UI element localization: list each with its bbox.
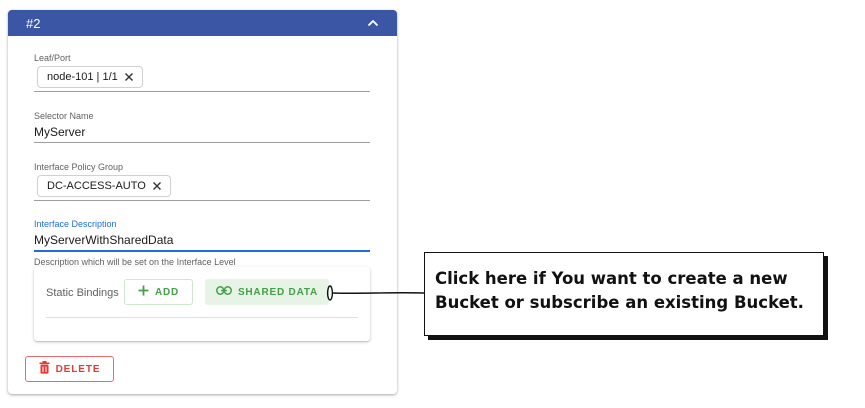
annotation-callout: Click here if You want to create a new B… (424, 252, 824, 336)
leaf-port-field[interactable]: Leaf/Port node-101 | 1/1 (34, 53, 370, 93)
add-binding-label: ADD (154, 286, 180, 298)
interface-policy-group-underline (34, 200, 370, 201)
interface-policy-group-chip[interactable]: DC-ACCESS-AUTO (37, 175, 171, 197)
close-icon[interactable] (152, 181, 162, 191)
interface-description-label: Interface Description (34, 219, 117, 229)
interface-description-field[interactable]: Interface Description MyServerWithShared… (34, 219, 370, 252)
panel-title: #2 (26, 15, 41, 31)
binding-panel: #2 Leaf/Port node-101 | 1/1 Selector Nam… (8, 10, 397, 394)
leaf-port-underline (34, 91, 370, 92)
delete-label: DELETE (55, 363, 101, 375)
add-binding-button[interactable]: ADD (124, 279, 193, 305)
close-icon[interactable] (124, 72, 134, 82)
annotation-text: Click here if You want to create a new B… (435, 269, 804, 312)
selector-name-label: Selector Name (34, 111, 94, 121)
selector-name-underline (34, 142, 370, 143)
panel-header[interactable]: #2 (8, 10, 397, 36)
chevron-up-icon[interactable] (365, 15, 381, 31)
shared-data-label: SHARED DATA (237, 286, 319, 298)
trash-icon (39, 361, 50, 377)
annotation-connector (326, 285, 425, 301)
interface-policy-group-field[interactable]: Interface Policy Group DC-ACCESS-AUTO (34, 162, 370, 202)
shared-data-button[interactable]: SHARED DATA (205, 279, 329, 305)
interface-policy-group-chip-text: DC-ACCESS-AUTO (47, 180, 146, 192)
leaf-port-chip-text: node-101 | 1/1 (47, 71, 118, 83)
interface-description-hint: Description which will be set on the Int… (34, 257, 236, 267)
interface-description-input[interactable]: MyServerWithSharedData (34, 233, 173, 247)
static-bindings-label: Static Bindings (46, 287, 119, 299)
delete-button[interactable]: DELETE (25, 356, 114, 382)
leaf-port-label: Leaf/Port (34, 53, 71, 63)
interface-description-underline (34, 250, 370, 252)
selector-name-field[interactable]: Selector Name MyServer (34, 111, 370, 144)
link-icon (215, 286, 232, 298)
interface-policy-group-label: Interface Policy Group (34, 162, 124, 172)
bindings-divider (46, 317, 358, 318)
leaf-port-chip[interactable]: node-101 | 1/1 (37, 66, 143, 88)
selector-name-value[interactable]: MyServer (34, 125, 85, 139)
plus-icon (138, 285, 149, 299)
